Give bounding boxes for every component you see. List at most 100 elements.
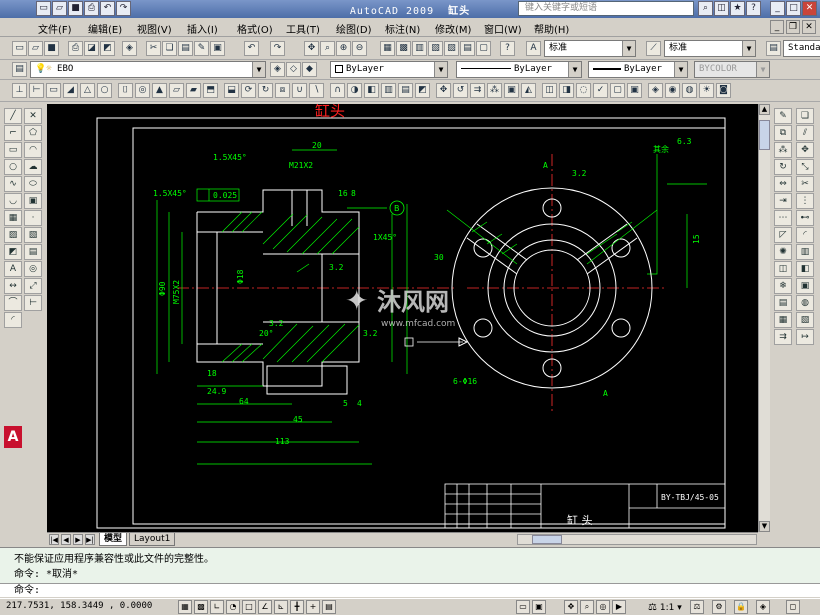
drawing-canvas[interactable]: 缸头 20 M21X2 1.5X45° 1.5X45° 0.025 16 8 1… [47,104,758,532]
menu-file[interactable]: 文件(F) [38,21,72,36]
trim-icon[interactable]: ✂ [796,176,814,192]
gradient-icon[interactable]: ▧ [24,227,42,243]
layer-manager-icon[interactable]: ▤ [12,62,27,77]
taper-icon[interactable]: ◭ [521,83,536,98]
polygon-icon[interactable]: ⬠ [24,125,42,141]
vertical-scrollbar[interactable]: ▲ ▼ [758,104,770,532]
layer-iso-icon[interactable]: ◫ [774,261,792,277]
table-style-select[interactable]: Standar [783,40,820,57]
doc-restore-icon[interactable]: ❐ [786,20,800,34]
cone-icon[interactable]: △ [80,83,95,98]
menu-tools[interactable]: 工具(T) [286,21,320,36]
layer-select[interactable]: 💡☼ EBO ▼ [30,61,266,78]
layer-off-icon[interactable]: ◧ [796,261,814,277]
zoom-window-icon[interactable]: ⊕ [336,41,351,56]
annotation-visibility-icon[interactable]: ⚖ [690,600,704,614]
menu-dimension[interactable]: 标注(N) [385,21,420,36]
osnap-icon[interactable]: □ [242,600,256,614]
dim-style-icon[interactable]: ⟋ [646,41,661,56]
hatch-icon[interactable]: ▨ [4,227,22,243]
loft-icon[interactable]: ⧈ [275,83,290,98]
xline-icon[interactable]: ✕ [24,108,42,124]
save-file-icon[interactable]: ■ [44,41,59,56]
dim-radius-icon[interactable]: ◜ [4,312,22,328]
torus-icon[interactable]: ◎ [135,83,150,98]
intersect-icon[interactable]: ∩ [330,83,345,98]
3dmove-icon[interactable]: ✥ [436,83,451,98]
xref-icon[interactable]: ◍ [796,295,814,311]
otrack-icon[interactable]: ∠ [258,600,272,614]
material-icon[interactable]: ◍ [682,83,697,98]
help-icon[interactable]: ? [746,1,761,16]
tab-model[interactable]: 模型 [99,533,128,546]
3drotate-icon[interactable]: ↺ [453,83,468,98]
qp-icon[interactable]: ▤ [322,600,336,614]
cylinder-icon[interactable]: ⌷ [118,83,133,98]
imprint-icon[interactable]: ◩ [415,83,430,98]
autocad-logo-icon[interactable]: A [4,426,22,448]
fillet-icon[interactable]: ◜ [796,227,814,243]
ungroup-icon[interactable]: ▧ [796,312,814,328]
planar-icon[interactable]: ▱ [169,83,184,98]
markup-icon[interactable]: ▨ [444,41,459,56]
match-layer-icon[interactable]: ▤ [774,295,792,311]
dim-ordinate-icon[interactable]: ⊢ [24,295,42,311]
favorites-icon[interactable]: ★ [730,1,745,16]
layer-freeze-icon[interactable]: ❄ [774,278,792,294]
annotation-scale[interactable]: ⚖ 1:1 ▾ [648,602,682,613]
copy-icon[interactable]: ❏ [162,41,177,56]
maximize-icon[interactable]: □ [786,1,801,16]
steering-wheel-icon[interactable]: ◎ [596,600,610,614]
properties-icon[interactable]: ▦ [380,41,395,56]
zoom-previous-icon[interactable]: ⊖ [352,41,367,56]
layer-state-icon[interactable]: ◆ [302,62,317,77]
3dprint-icon[interactable]: ◈ [122,41,137,56]
dim-style-select[interactable]: 标准 ▼ [664,40,756,57]
calculator-icon[interactable]: ▢ [476,41,491,56]
tab-layout1[interactable]: Layout1 [129,533,176,546]
polar-icon[interactable]: ◔ [226,600,240,614]
pan-icon[interactable]: ✥ [304,41,319,56]
camera-icon[interactable]: ◙ [716,83,731,98]
menu-edit[interactable]: 编辑(E) [88,21,122,36]
array-icon[interactable]: ⁂ [774,142,792,158]
text-style-select[interactable]: 标准 ▼ [544,40,636,57]
extend-icon[interactable]: ⇥ [774,193,792,209]
stretch-icon[interactable]: ⇔ [774,176,792,192]
dim-linear-icon[interactable]: ↔ [4,278,22,294]
make-block-icon[interactable]: ▦ [4,210,22,226]
block-editor-icon[interactable]: ▣ [210,41,225,56]
render-icon[interactable]: ◉ [665,83,680,98]
lineweight-icon[interactable]: + [306,600,320,614]
dim-arc-icon[interactable]: ⌒ [4,295,22,311]
erase-icon[interactable]: ✎ [774,108,792,124]
sheet-set-icon[interactable]: ▧ [428,41,443,56]
extrude-icon[interactable]: ⬒ [203,83,218,98]
toolbar-lock-icon[interactable]: 🔒 [734,600,748,614]
sphere-icon[interactable]: ○ [97,83,112,98]
scroll-thumb[interactable] [759,120,770,150]
subtract-icon[interactable]: ∖ [309,83,324,98]
communication-icon[interactable]: ◫ [714,1,729,16]
minimize-icon[interactable]: _ [770,1,785,16]
qnew-icon[interactable]: ▭ [12,41,27,56]
donut-icon[interactable]: ◎ [24,261,42,277]
join-icon[interactable]: ⊷ [796,210,814,226]
mtext-icon[interactable]: A [4,261,22,277]
open-file-icon[interactable]: ▱ [28,41,43,56]
dim-aligned-icon[interactable]: ⤢ [24,278,42,294]
revolve-icon[interactable]: ↻ [258,83,273,98]
light-icon[interactable]: ☀ [699,83,714,98]
3dalign-icon[interactable]: ⇉ [470,83,485,98]
hscroll-thumb[interactable] [532,535,562,544]
lineweight-select[interactable]: ByLayer ▼ [588,61,688,78]
color-select[interactable]: ByLayer ▼ [330,61,448,78]
zoom-status-icon[interactable]: ⌕ [580,600,594,614]
view-top-icon[interactable]: ▣ [627,83,642,98]
scale-icon[interactable]: ⤡ [796,159,814,175]
wedge-icon[interactable]: ◢ [63,83,78,98]
menu-window[interactable]: 窗口(W) [484,21,522,36]
tool-palettes-icon[interactable]: ▥ [412,41,427,56]
box-icon[interactable]: ▭ [46,83,61,98]
rectangle-icon[interactable]: ▭ [4,142,22,158]
